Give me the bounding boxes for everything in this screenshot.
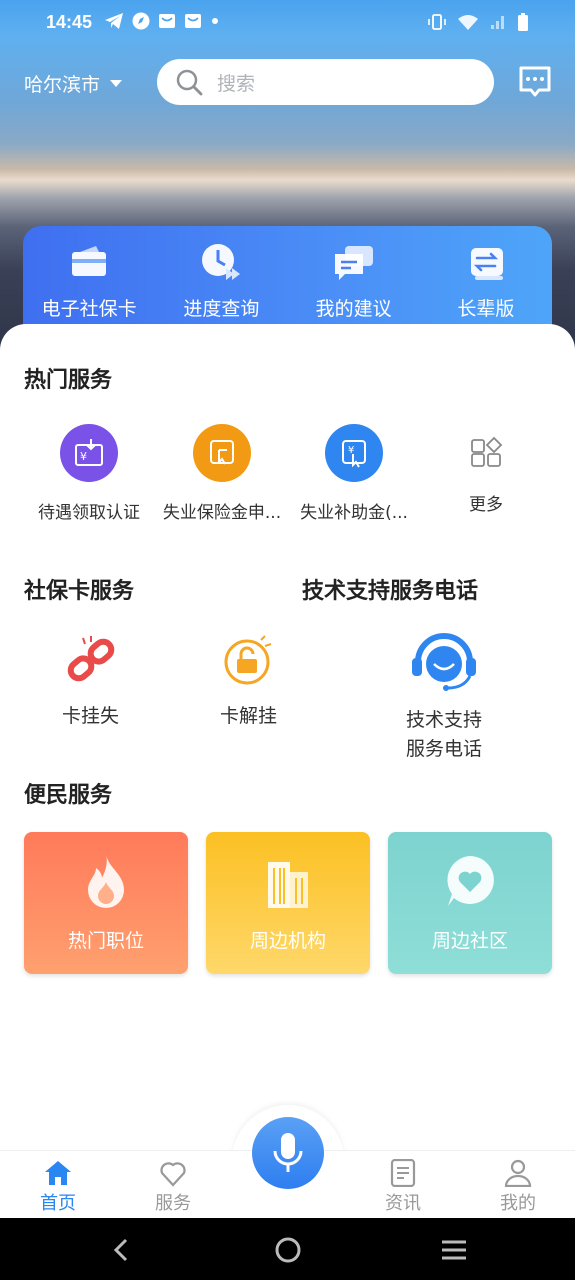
quick-action-suggestion[interactable]: 我的建议 (288, 226, 420, 336)
unemployment-subsidy-icon: ¥ (325, 424, 383, 482)
headset-support-icon (412, 633, 476, 691)
buildings-icon (268, 862, 308, 908)
suggestion-chat-icon (334, 246, 373, 280)
home-icon (45, 1161, 71, 1185)
unlock-icon (224, 635, 271, 685)
hot-service-label: 更多 (469, 495, 503, 515)
svg-text:¥: ¥ (80, 450, 87, 463)
system-icons (427, 12, 529, 32)
quick-action-progress[interactable]: 进度查询 (155, 226, 287, 336)
notification-icons (104, 12, 220, 30)
status-bar: 14:45 (0, 0, 575, 46)
quick-action-elder-mode[interactable]: 长辈版 (420, 226, 552, 336)
nav-label: 资讯 (385, 1193, 421, 1214)
hot-service-label: 失业补助金(... (300, 503, 408, 523)
nav-label: 服务 (155, 1193, 191, 1214)
person-icon (504, 1159, 532, 1187)
heart-bubble-icon (447, 856, 494, 906)
battery-icon (518, 13, 528, 31)
quick-actions: 电子社保卡 进度查询 我的建议 长辈版 (23, 226, 552, 336)
microphone-icon (273, 1133, 303, 1172)
flame-icon (88, 854, 124, 908)
nav-profile[interactable]: 我的 (478, 1159, 558, 1215)
quick-action-label: 我的建议 (315, 298, 392, 320)
more-grid-icon (457, 424, 515, 482)
top-bar: 哈尔滨市 搜索 (0, 56, 575, 108)
compass-icon (132, 12, 150, 30)
card-unlock[interactable]: 卡解挂 (220, 632, 277, 731)
convenience-services: 热门职位 周边机构 周边社区 (24, 832, 552, 974)
card-service-label: 卡解挂 (220, 705, 278, 727)
progress-clock-icon (202, 244, 241, 280)
signal-icon (491, 16, 504, 29)
card-service-label: 卡挂失 (62, 705, 120, 727)
vibrate-icon (428, 14, 446, 30)
mail-icon (159, 14, 175, 28)
home-circle-icon[interactable] (274, 1236, 302, 1264)
hot-services: ¥ 待遇领取认证 失业保险金申... ¥ 失业补助金(... 更多 (0, 424, 575, 524)
back-icon[interactable] (108, 1236, 136, 1264)
telegram-icon (105, 13, 123, 29)
card-loss-report[interactable]: 卡挂失 (62, 632, 119, 731)
hot-service-item[interactable]: ¥ 待遇领取认证 (24, 424, 154, 523)
mail-icon (185, 14, 201, 28)
document-icon (390, 1159, 416, 1187)
dot-icon (212, 18, 218, 24)
hot-service-more[interactable]: 更多 (421, 424, 551, 515)
hot-service-item[interactable]: 失业保险金申... (157, 424, 287, 523)
tile-hot-jobs[interactable]: 热门职位 (24, 832, 188, 974)
section-title-tech-support: 技术支持服务电话 (302, 579, 479, 604)
chevron-down-icon (110, 80, 123, 87)
message-icon[interactable] (517, 64, 553, 100)
menu-icon[interactable] (440, 1236, 468, 1264)
nav-label: 我的 (500, 1193, 536, 1214)
nav-label: 首页 (40, 1193, 76, 1214)
city-label: 哈尔滨市 (24, 74, 101, 96)
search-input[interactable]: 搜索 (157, 59, 494, 105)
social-security-card-icon (72, 246, 107, 276)
search-icon (176, 69, 203, 96)
unemployment-insurance-icon (193, 424, 251, 482)
quick-action-social-card[interactable]: 电子社保卡 (23, 226, 155, 336)
hot-service-label: 失业保险金申... (162, 503, 282, 523)
city-selector[interactable]: 哈尔滨市 (24, 70, 123, 97)
section-title-card-services: 社保卡服务 (24, 579, 135, 604)
nav-home[interactable]: 首页 (18, 1159, 98, 1215)
tile-label: 周边社区 (431, 930, 508, 952)
tile-label: 周边机构 (249, 930, 326, 952)
heart-outline-icon (160, 1162, 186, 1187)
tech-support-phone[interactable]: 技术支持 服务电话 (404, 632, 484, 764)
search-placeholder: 搜索 (217, 72, 256, 95)
hot-service-item[interactable]: ¥ 失业补助金(... (289, 424, 419, 523)
tile-nearby-institutions[interactable]: 周边机构 (206, 832, 370, 974)
status-time: 14:45 (46, 12, 93, 32)
quick-action-label: 长辈版 (457, 298, 515, 320)
switch-arrows-icon (470, 248, 503, 280)
quick-action-label: 进度查询 (183, 298, 260, 320)
section-title-convenience: 便民服务 (24, 783, 113, 808)
broken-link-icon (67, 636, 114, 682)
voice-input-button[interactable] (252, 1117, 324, 1189)
system-navigation-bar (0, 1218, 575, 1280)
benefit-certification-icon: ¥ (60, 424, 118, 482)
wifi-icon (458, 15, 478, 30)
section-title-hot-services: 热门服务 (24, 368, 113, 393)
nav-services[interactable]: 服务 (133, 1159, 213, 1215)
tile-label: 热门职位 (67, 930, 144, 952)
tile-nearby-community[interactable]: 周边社区 (388, 832, 552, 974)
hot-service-label: 待遇领取认证 (38, 503, 140, 523)
tech-support-label: 技术支持 服务电话 (405, 709, 482, 760)
quick-action-label: 电子社保卡 (41, 298, 137, 320)
nav-news[interactable]: 资讯 (363, 1159, 443, 1215)
